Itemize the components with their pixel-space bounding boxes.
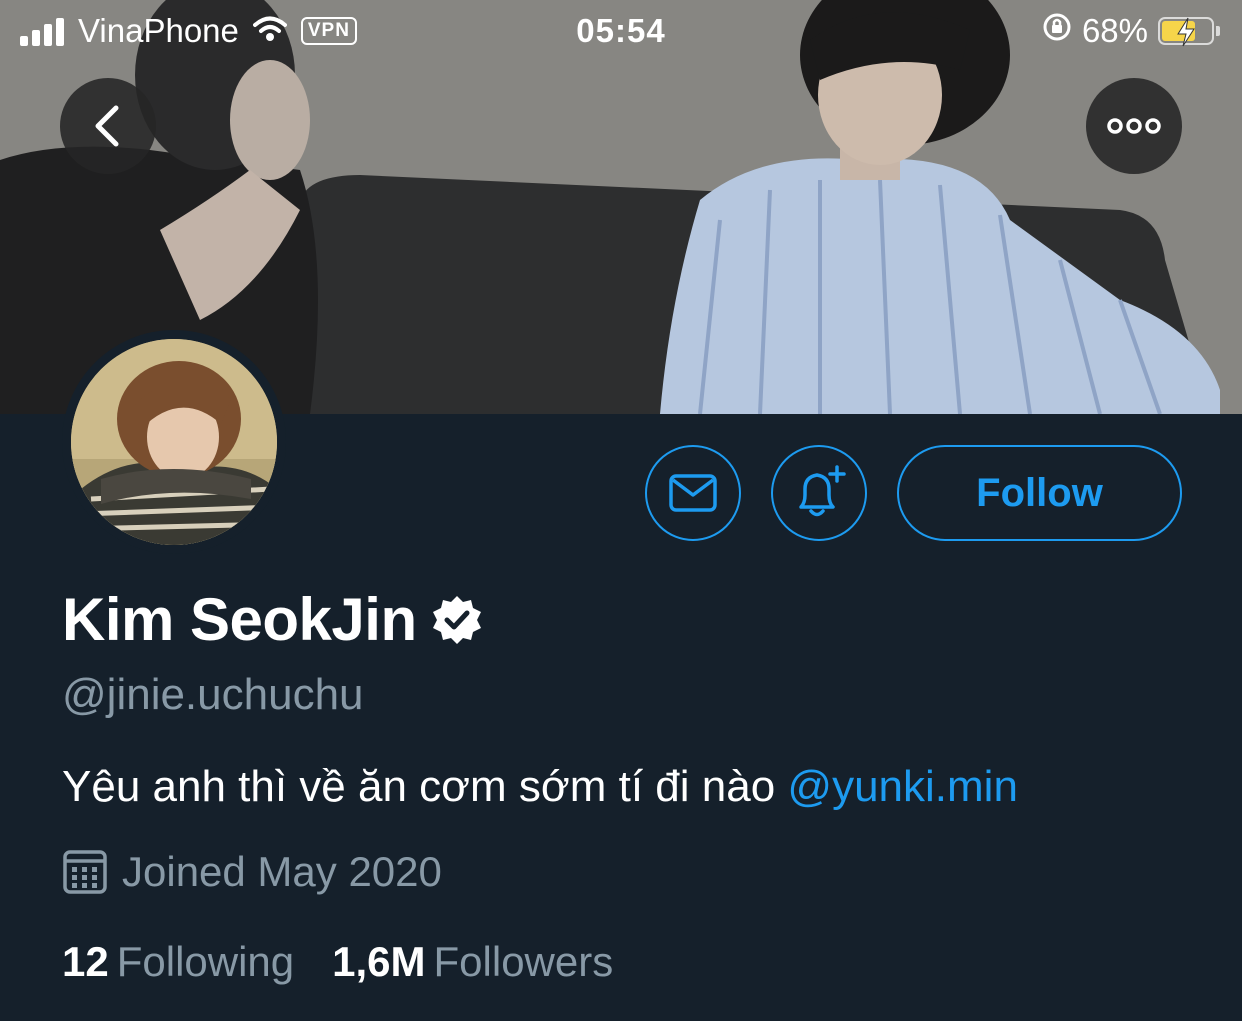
profile-stats: 12 Following 1,6M Followers bbox=[62, 938, 613, 986]
profile-bio: Yêu anh thì về ăn cơm sớm tí đi nào @yun… bbox=[62, 762, 1018, 812]
bell-plus-icon bbox=[799, 465, 846, 517]
mail-icon bbox=[669, 474, 717, 512]
rotation-lock-icon bbox=[1042, 12, 1072, 50]
profile-handle: @jinie.uchuchu bbox=[62, 670, 364, 719]
following-label: Following bbox=[116, 938, 295, 985]
signal-icon bbox=[20, 16, 64, 46]
calendar-icon bbox=[63, 850, 107, 894]
notifications-button[interactable] bbox=[771, 445, 867, 541]
back-button[interactable] bbox=[60, 78, 156, 174]
joined-date: Joined May 2020 bbox=[62, 848, 442, 896]
joined-text: Joined May 2020 bbox=[122, 848, 442, 895]
bio-text: Yêu anh thì về ăn cơm sớm tí đi nào bbox=[62, 762, 776, 811]
vpn-badge: VPN bbox=[300, 17, 357, 45]
status-bar: VinaPhone VPN 05:54 68% bbox=[0, 0, 1242, 64]
following-link[interactable]: 12 Following bbox=[62, 938, 294, 986]
followers-link[interactable]: 1,6M Followers bbox=[332, 938, 613, 986]
avatar-image bbox=[71, 339, 277, 545]
battery-percentage: 68% bbox=[1081, 12, 1148, 49]
more-button[interactable] bbox=[1086, 78, 1182, 174]
bio-mention-link[interactable]: @yunki.min bbox=[787, 762, 1018, 811]
follow-button[interactable]: Follow bbox=[897, 445, 1182, 541]
avatar[interactable] bbox=[62, 330, 286, 554]
carrier-name: VinaPhone bbox=[78, 12, 239, 49]
back-arrow-icon bbox=[95, 105, 119, 147]
wifi-icon bbox=[252, 12, 287, 50]
following-count: 12 bbox=[62, 938, 109, 985]
message-button[interactable] bbox=[645, 445, 741, 541]
followers-label: Followers bbox=[433, 938, 614, 985]
battery-icon bbox=[1158, 17, 1214, 47]
verified-badge-icon bbox=[432, 595, 481, 644]
profile-name-row: Kim SeokJin bbox=[62, 585, 483, 654]
more-icon bbox=[1107, 118, 1161, 134]
followers-count: 1,6M bbox=[332, 938, 426, 985]
display-name: Kim SeokJin bbox=[62, 586, 417, 653]
